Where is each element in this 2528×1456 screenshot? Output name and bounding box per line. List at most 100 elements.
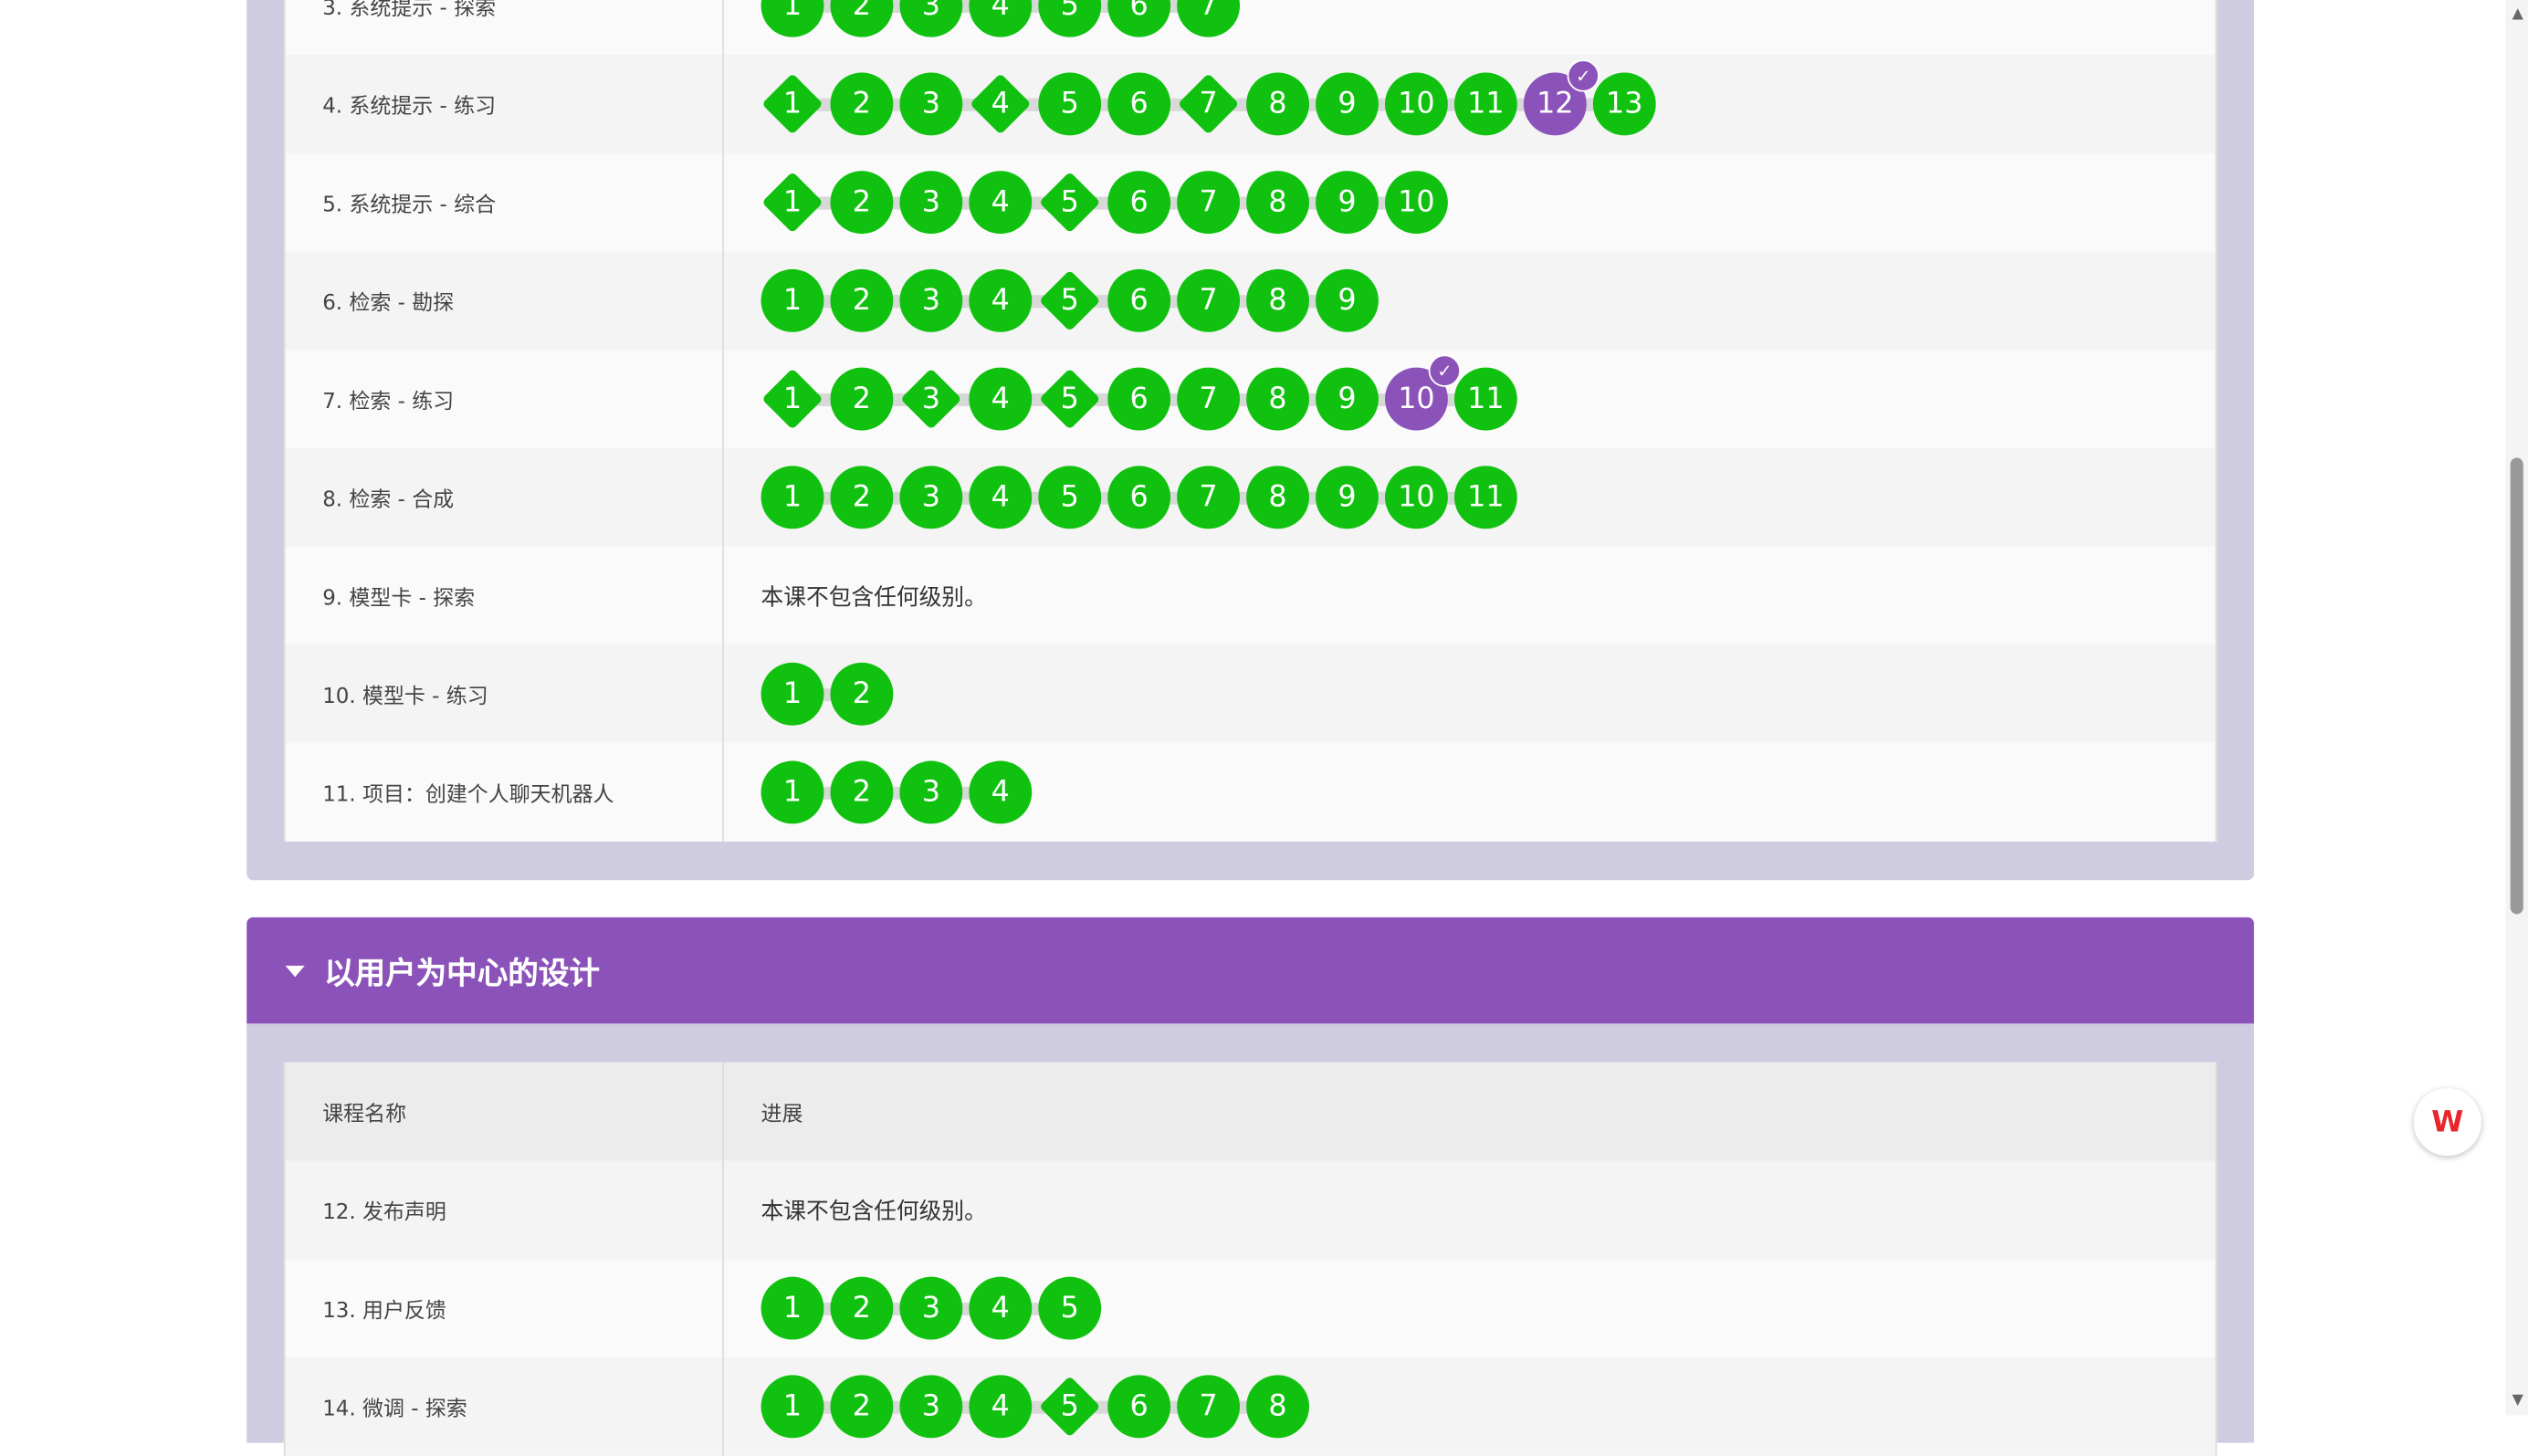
level-badge[interactable]: 13: [1592, 72, 1656, 136]
level-badge[interactable]: 8: [1246, 367, 1309, 431]
level-badge[interactable]: 1: [760, 1375, 824, 1439]
level-badge[interactable]: 6: [1107, 466, 1171, 529]
level-badge[interactable]: 11: [1453, 466, 1517, 529]
course-name[interactable]: 4. 系统提示 - 练习: [284, 55, 724, 153]
level-badge[interactable]: 9: [1316, 466, 1379, 529]
level-badge[interactable]: 2: [830, 171, 894, 235]
level-badge[interactable]: 5: [1038, 466, 1102, 529]
level-badge[interactable]: 3: [899, 0, 963, 37]
course-name[interactable]: 14. 微调 - 探索: [284, 1356, 724, 1456]
level-badge[interactable]: 2: [830, 760, 894, 824]
course-name[interactable]: 6. 检索 - 勘探: [284, 251, 724, 351]
level-badge[interactable]: 6: [1107, 268, 1171, 332]
level-badge[interactable]: 4: [969, 0, 1033, 37]
level-badge[interactable]: 8: [1246, 72, 1309, 136]
level-badge[interactable]: 10: [1384, 72, 1448, 136]
level-badge[interactable]: 7: [1177, 466, 1241, 529]
level-badge[interactable]: 9: [1316, 268, 1379, 332]
level-badge[interactable]: 4: [969, 1276, 1033, 1340]
level-badge[interactable]: 7: [1177, 1375, 1241, 1439]
level-diamond-badge[interactable]: 5: [1038, 1375, 1101, 1438]
course-name[interactable]: 7. 检索 - 练习: [284, 350, 724, 448]
level-badge[interactable]: 2: [830, 72, 894, 136]
level-badge[interactable]: 8: [1246, 1375, 1309, 1439]
wps-float-button[interactable]: W: [2413, 1088, 2481, 1157]
level-badge[interactable]: 10: [1384, 171, 1448, 235]
level-badge[interactable]: 7: [1177, 171, 1241, 235]
scroll-up-arrow-icon[interactable]: ▲: [2512, 6, 2523, 23]
level-badge[interactable]: 1: [760, 0, 824, 37]
level-diamond-badge[interactable]: 1: [761, 368, 824, 431]
course-name[interactable]: 11. 项目：创建个人聊天机器人: [284, 743, 724, 842]
course-name[interactable]: 9. 模型卡 - 探索: [284, 546, 724, 645]
level-current-badge[interactable]: 10 ✓: [1384, 354, 1461, 431]
level-diamond-badge[interactable]: 1: [761, 171, 824, 234]
level-badge[interactable]: 8: [1246, 466, 1309, 529]
level-badge[interactable]: 11: [1453, 72, 1517, 136]
level-badge[interactable]: 6: [1107, 72, 1171, 136]
scroll-down-arrow-icon[interactable]: ▼: [2512, 1393, 2523, 1409]
level-badge[interactable]: 3: [899, 466, 963, 529]
level-badge[interactable]: 3: [899, 1375, 963, 1439]
course-name[interactable]: 8. 检索 - 合成: [284, 447, 724, 547]
level-badge[interactable]: 2: [830, 662, 894, 726]
level-badge[interactable]: 4: [969, 1375, 1033, 1439]
level-badge[interactable]: 6: [1107, 367, 1171, 431]
level-diamond-badge[interactable]: 5: [1038, 368, 1101, 431]
level-badge[interactable]: 3: [899, 171, 963, 235]
level-badge[interactable]: 3: [899, 1276, 963, 1340]
level-diamond-badge[interactable]: 3: [899, 368, 962, 431]
level-badge[interactable]: 2: [830, 466, 894, 529]
level-badge[interactable]: 6: [1107, 1375, 1171, 1439]
level-badge[interactable]: 5: [1038, 72, 1102, 136]
level-badge[interactable]: 2: [830, 367, 894, 431]
level-badge[interactable]: 1: [760, 466, 824, 529]
level-diamond-badge[interactable]: 5: [1038, 171, 1101, 234]
level-badge[interactable]: 2: [830, 268, 894, 332]
level-badge[interactable]: 4: [969, 268, 1033, 332]
level-badge[interactable]: 4: [969, 760, 1033, 824]
level-badge[interactable]: 4: [969, 367, 1033, 431]
caret-down-icon[interactable]: [285, 964, 305, 977]
level-badge[interactable]: 7: [1177, 0, 1241, 37]
course-name[interactable]: 12. 发布声明: [284, 1160, 724, 1260]
level-badge[interactable]: 7: [1177, 268, 1241, 332]
level-badge[interactable]: 8: [1246, 171, 1309, 235]
course-name[interactable]: 10. 模型卡 - 练习: [284, 644, 724, 744]
level-badge[interactable]: 5: [1038, 1276, 1102, 1340]
level-badge[interactable]: 9: [1316, 72, 1379, 136]
level-badge[interactable]: 3: [899, 72, 963, 136]
level-badge[interactable]: 2: [830, 1375, 894, 1439]
level-badge[interactable]: 6: [1107, 0, 1171, 37]
level-badge[interactable]: 11: [1453, 367, 1517, 431]
level-badge[interactable]: 5: [1038, 0, 1102, 37]
level-badge[interactable]: 2: [830, 0, 894, 37]
level-diamond-badge[interactable]: 1: [761, 72, 824, 135]
level-badge[interactable]: 10: [1384, 466, 1448, 529]
course-name[interactable]: 3. 系统提示 - 探索: [284, 0, 724, 56]
level-badge[interactable]: 2: [830, 1276, 894, 1340]
level-diamond-badge[interactable]: 7: [1177, 72, 1240, 135]
level-diamond-badge[interactable]: 4: [969, 72, 1032, 135]
level-badge[interactable]: 1: [760, 662, 824, 726]
level-badge[interactable]: 9: [1316, 171, 1379, 235]
level-current-badge[interactable]: 12 ✓: [1523, 59, 1600, 136]
scroll-thumb[interactable]: [2510, 457, 2523, 915]
vertical-scrollbar[interactable]: ▲ ▼: [2505, 0, 2528, 1416]
level-badge[interactable]: 3: [899, 268, 963, 332]
level-badge[interactable]: 1: [760, 1276, 824, 1340]
level-badge[interactable]: 1: [760, 760, 824, 824]
level-badge[interactable]: 3: [899, 760, 963, 824]
level-badge[interactable]: 1: [760, 268, 824, 332]
level-diamond-badge[interactable]: 5: [1038, 269, 1101, 332]
level-badge[interactable]: 4: [969, 171, 1033, 235]
section-header-user-centered[interactable]: 以用户为中心的设计: [247, 917, 2254, 1024]
level-badge[interactable]: 7: [1177, 367, 1241, 431]
course-name[interactable]: 13. 用户反馈: [284, 1259, 724, 1357]
level-badge[interactable]: 8: [1246, 268, 1309, 332]
course-name[interactable]: 5. 系统提示 - 综合: [284, 152, 724, 252]
level-badge[interactable]: 6: [1107, 171, 1171, 235]
level-badge[interactable]: 9: [1316, 367, 1379, 431]
level-badge[interactable]: 4: [969, 466, 1033, 529]
table-row: 6. 检索 - 勘探 1 2 3 4 5 6 7 8 9: [284, 251, 2217, 351]
